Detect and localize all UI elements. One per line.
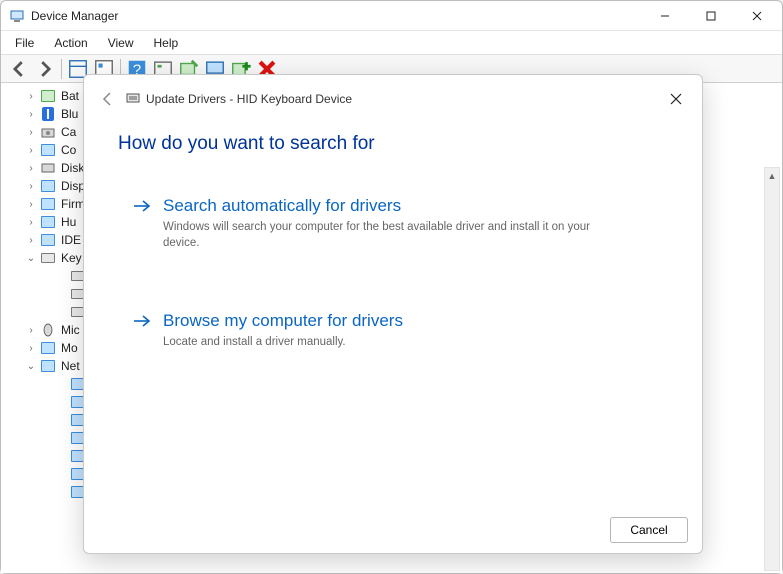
display-icon: [40, 178, 56, 194]
dialog-heading: How do you want to search for: [118, 133, 668, 155]
tree-item-label: Ca: [61, 125, 76, 139]
chevron-right-icon[interactable]: ›: [25, 145, 37, 156]
chevron-right-icon[interactable]: ›: [25, 199, 37, 210]
toolbar-separator: [61, 59, 62, 79]
option-browse-computer[interactable]: Browse my computer for drivers Locate an…: [118, 298, 668, 364]
keyboard-icon: [40, 250, 56, 266]
network-icon: [40, 358, 56, 374]
tree-item-label: IDE: [61, 233, 81, 247]
option-title: Browse my computer for drivers: [163, 311, 403, 331]
computer-icon: [40, 142, 56, 158]
tree-item-label: Bat: [61, 89, 79, 103]
tree-item-label: Disk: [61, 161, 84, 175]
option-title: Search automatically for drivers: [163, 196, 603, 216]
tree-item-label: Firm: [61, 197, 85, 211]
option-description: Windows will search your computer for th…: [163, 220, 603, 251]
chevron-right-icon[interactable]: ›: [25, 325, 37, 336]
mouse-icon: [40, 322, 56, 338]
titlebar: Device Manager: [1, 1, 782, 31]
arrow-right-icon: [133, 311, 151, 351]
chevron-right-icon[interactable]: ›: [25, 127, 37, 138]
menu-help[interactable]: Help: [144, 34, 189, 52]
keyboard-icon: [126, 91, 140, 108]
window-title: Device Manager: [31, 9, 642, 23]
tree-item-label: Key: [61, 251, 82, 265]
arrow-right-icon: [133, 196, 151, 251]
maximize-button[interactable]: [688, 1, 734, 31]
vertical-scrollbar[interactable]: ▲: [764, 167, 780, 571]
camera-icon: [40, 124, 56, 140]
tree-item-label: Disp: [61, 179, 85, 193]
chevron-right-icon[interactable]: ›: [25, 109, 37, 120]
disk-icon: [40, 160, 56, 176]
tree-item-label: Mo: [61, 341, 78, 355]
chevron-down-icon[interactable]: ⌄: [25, 253, 37, 264]
dialog-title-text: Update Drivers - HID Keyboard Device: [146, 92, 352, 106]
chevron-right-icon[interactable]: ›: [25, 235, 37, 246]
chevron-right-icon[interactable]: ›: [25, 163, 37, 174]
chevron-right-icon[interactable]: ›: [25, 343, 37, 354]
scroll-up-icon[interactable]: ▲: [765, 168, 779, 184]
device-manager-icon: [9, 8, 25, 24]
tree-item-label: Net: [61, 359, 80, 373]
chevron-down-icon[interactable]: ⌄: [25, 361, 37, 372]
hid-icon: [40, 214, 56, 230]
device-manager-window: Device Manager File Action View Help ? ›…: [0, 0, 783, 574]
option-text: Browse my computer for drivers Locate an…: [163, 311, 403, 351]
menubar: File Action View Help: [1, 31, 782, 55]
forward-icon[interactable]: [33, 57, 57, 81]
dialog-title: Update Drivers - HID Keyboard Device: [126, 91, 352, 108]
back-icon[interactable]: [7, 57, 31, 81]
ide-icon: [40, 232, 56, 248]
chevron-right-icon[interactable]: ›: [25, 217, 37, 228]
option-search-automatically[interactable]: Search automatically for drivers Windows…: [118, 183, 668, 264]
dialog-close-button[interactable]: [656, 79, 696, 119]
bluetooth-icon: [40, 106, 56, 122]
window-controls: [642, 1, 780, 31]
minimize-button[interactable]: [642, 1, 688, 31]
tree-item-label: Mic: [61, 323, 80, 337]
back-button[interactable]: [94, 85, 122, 113]
monitor-icon: [40, 340, 56, 356]
option-description: Locate and install a driver manually.: [163, 335, 403, 351]
chevron-right-icon[interactable]: ›: [25, 181, 37, 192]
battery-icon: [40, 88, 56, 104]
menu-view[interactable]: View: [98, 34, 144, 52]
tree-item-label: Co: [61, 143, 76, 157]
chevron-right-icon[interactable]: ›: [25, 91, 37, 102]
dialog-body: How do you want to search for Search aut…: [84, 123, 702, 507]
dialog-header: Update Drivers - HID Keyboard Device: [84, 75, 702, 123]
dialog-footer: Cancel: [84, 507, 702, 553]
tree-item-label: Blu: [61, 107, 78, 121]
tree-item-label: Hu: [61, 215, 76, 229]
firmware-icon: [40, 196, 56, 212]
menu-file[interactable]: File: [5, 34, 44, 52]
option-text: Search automatically for drivers Windows…: [163, 196, 603, 251]
cancel-button[interactable]: Cancel: [610, 517, 688, 543]
update-drivers-dialog: Update Drivers - HID Keyboard Device How…: [83, 74, 703, 554]
menu-action[interactable]: Action: [44, 34, 97, 52]
close-button[interactable]: [734, 1, 780, 31]
